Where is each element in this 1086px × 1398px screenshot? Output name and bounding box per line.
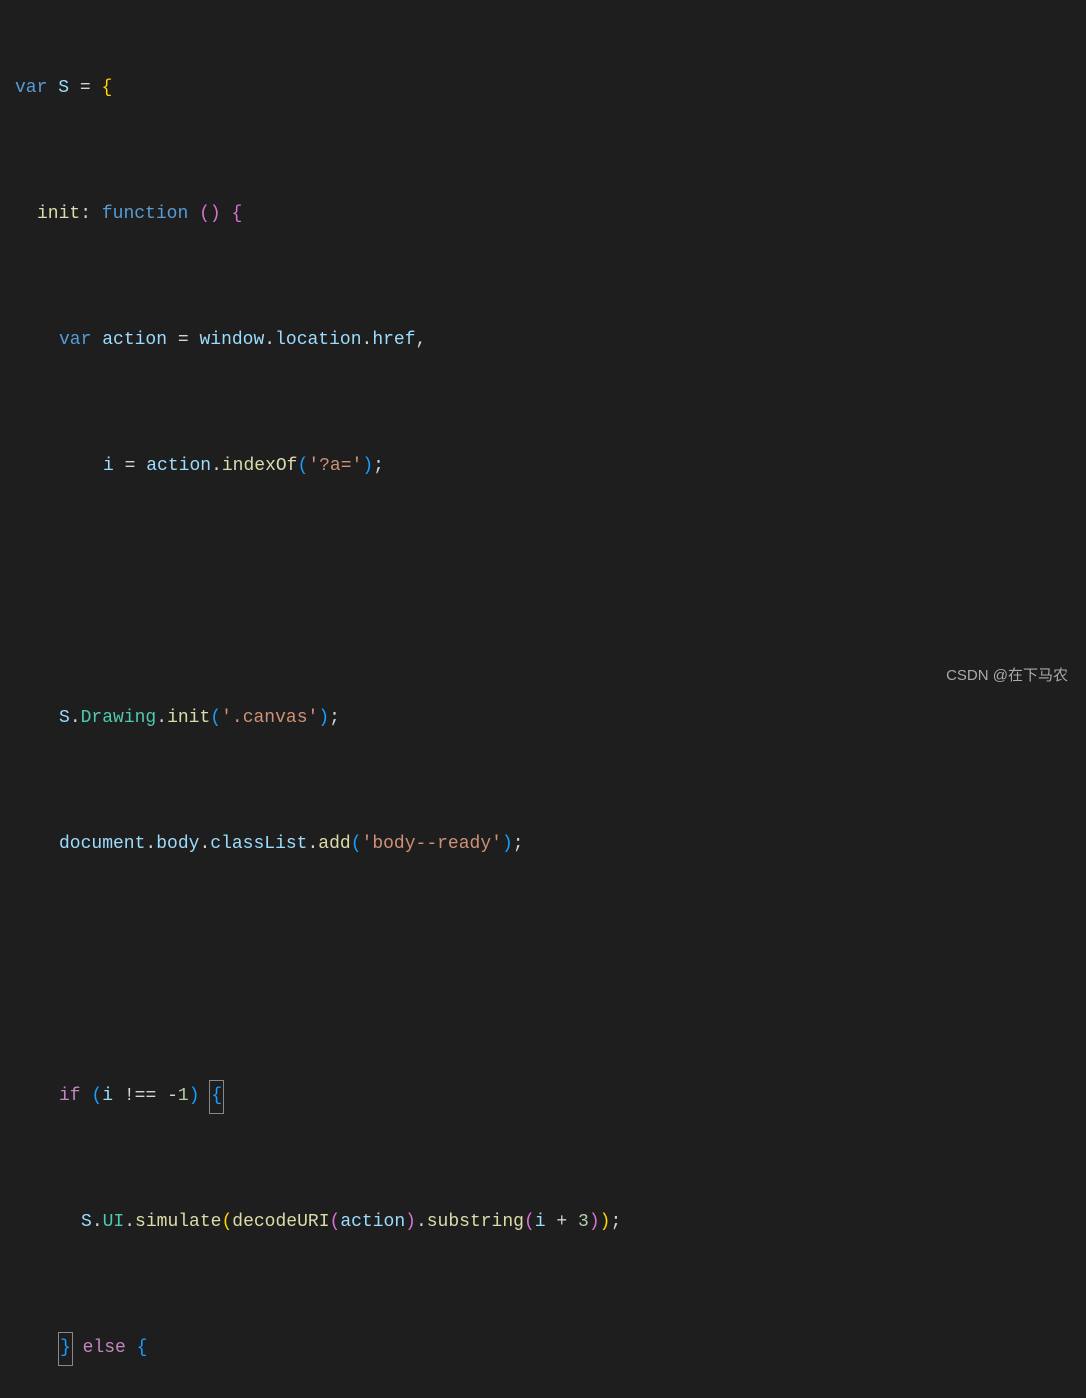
keyword-function: function (102, 199, 188, 231)
brace-open: { (101, 73, 112, 105)
code-line: } else { (15, 1333, 1086, 1365)
code-line: document.body.classList.add('body--ready… (15, 829, 1086, 861)
watermark-text: CSDN @在下马农 (946, 663, 1068, 689)
keyword-var: var (15, 73, 47, 105)
code-line-blank (15, 955, 1086, 987)
code-line-blank (15, 577, 1086, 609)
keyword-else: else (83, 1333, 126, 1365)
prop-init: init (37, 199, 80, 231)
code-line: init: function () { (15, 199, 1086, 231)
keyword-if: if (59, 1081, 81, 1113)
code-line: var S = { (15, 73, 1086, 105)
code-line: S.UI.simulate(decodeURI(action).substrin… (15, 1207, 1086, 1239)
brace-cursor: { (209, 1080, 224, 1114)
code-line: i = action.indexOf('?a='); (15, 451, 1086, 483)
code-line: S.Drawing.init('.canvas'); (15, 703, 1086, 735)
code-line: var action = window.location.href, (15, 325, 1086, 357)
var-name: S (58, 73, 69, 105)
brace-match: } (58, 1332, 73, 1366)
code-line: if (i !== -1) { (15, 1081, 1086, 1113)
code-editor[interactable]: var S = { init: function () { var action… (0, 10, 1086, 1398)
